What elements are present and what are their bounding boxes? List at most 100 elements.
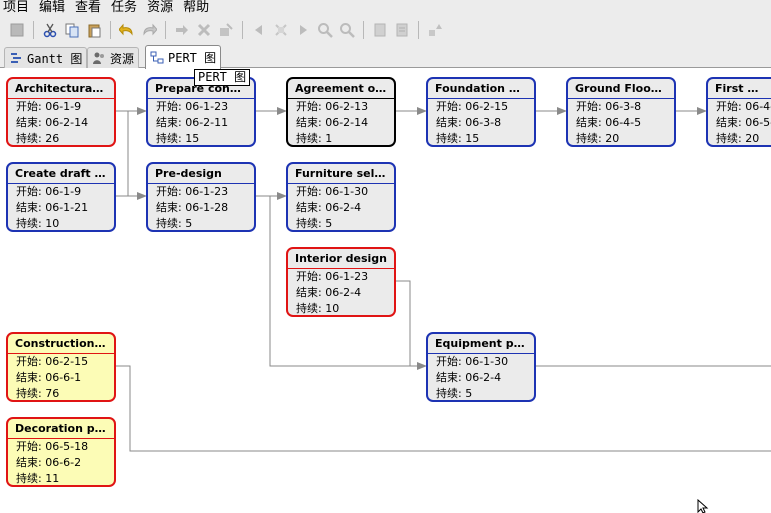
toolbar-separator: [418, 21, 419, 39]
next-icon[interactable]: [292, 19, 314, 41]
task-title: Pre-design: [148, 164, 254, 184]
task-duration: 持续: 10: [296, 302, 340, 315]
task-node-furniture-selection[interactable]: Furniture select... 开始: 06-1-30 结束: 06-2…: [286, 162, 396, 232]
task-start: 开始: 06-1-30: [296, 185, 369, 198]
delete-icon[interactable]: [193, 19, 215, 41]
task-duration: 持续: 15: [436, 132, 480, 145]
tab-resources[interactable]: 资源: [87, 47, 140, 68]
task-title: Construction p...: [8, 334, 114, 354]
task-duration: 持续: 15: [156, 132, 200, 145]
task-duration: 持续: 10: [16, 217, 60, 230]
copy-icon[interactable]: [61, 19, 83, 41]
resources-icon: [92, 51, 106, 65]
pert-chart-canvas: Architectural de... 开始: 06-1-9 结束: 06-2-…: [0, 69, 771, 512]
task-node-pre-design[interactable]: Pre-design 开始: 06-1-23 结束: 06-1-28 持续: 5: [146, 162, 256, 232]
task-duration: 持续: 5: [436, 387, 473, 400]
link-icon[interactable]: [215, 19, 237, 41]
task-start: 开始: 06-1-9: [16, 100, 82, 113]
task-start: 开始: 06-1-23: [296, 270, 369, 283]
task-duration: 持续: 26: [16, 132, 60, 145]
toolbar-separator: [33, 21, 34, 39]
prev-icon[interactable]: [248, 19, 270, 41]
menu-view[interactable]: 查看: [72, 0, 108, 16]
task-title: First Floor: [708, 79, 771, 99]
task-node-first-floor[interactable]: First Floor 开始: 06-4-5 结束: 06-5-3 持续: 20: [706, 77, 771, 147]
tab-tooltip: PERT 图: [194, 69, 251, 86]
task-end: 结束: 06-2-11: [156, 116, 229, 129]
toolbar-separator: [110, 21, 111, 39]
task-title: Agreement on a...: [288, 79, 394, 99]
zoom-in-icon[interactable]: [314, 19, 336, 41]
tab-gantt-label: Gantt 图: [27, 51, 83, 66]
task-title: Equipment plan...: [428, 334, 534, 354]
task-node-foundation[interactable]: Foundation buil... 开始: 06-2-15 结束: 06-3-…: [426, 77, 536, 147]
pert-icon: [150, 51, 164, 65]
task-duration: 持续: 20: [716, 132, 760, 145]
task-node-equipment-planning[interactable]: Equipment plan... 开始: 06-1-30 结束: 06-2-4…: [426, 332, 536, 402]
task-duration: 持续: 20: [576, 132, 620, 145]
task-title: Create draft of a...: [8, 164, 114, 184]
view-tabs: Gantt 图 资源 PERT 图: [0, 44, 771, 69]
menu-project[interactable]: 项目: [0, 0, 36, 16]
save-icon[interactable]: [6, 19, 28, 41]
menu-resources[interactable]: 资源: [144, 0, 180, 16]
menu-help[interactable]: 帮助: [180, 0, 216, 16]
task-node-prepare-construction[interactable]: Prepare constru... 开始: 06-1-23 结束: 06-2-…: [146, 77, 256, 147]
task-node-agreement[interactable]: Agreement on a... 开始: 06-2-13 结束: 06-2-1…: [286, 77, 396, 147]
task-node-ground-floor[interactable]: Ground Floor bu... 开始: 06-3-8 结束: 06-4-5…: [566, 77, 676, 147]
gantt-icon: [9, 51, 23, 65]
unlink-icon[interactable]: [270, 19, 292, 41]
task-title: Foundation buil...: [428, 79, 534, 99]
task-node-architectural-design[interactable]: Architectural de... 开始: 06-1-9 结束: 06-2-…: [6, 77, 116, 147]
cut-icon[interactable]: [39, 19, 61, 41]
task-end: 结束: 06-1-28: [156, 201, 229, 214]
menu-bar: 项目 编辑 查看 任务 资源 帮助: [0, 0, 771, 16]
toolbar-separator: [165, 21, 166, 39]
task-title: Interior design: [288, 249, 394, 269]
task-end: 结束: 06-2-4: [296, 201, 362, 214]
task-start: 开始: 06-3-8: [576, 100, 642, 113]
paste-icon[interactable]: [83, 19, 105, 41]
tab-resources-label: 资源: [110, 51, 135, 66]
toolbar-separator: [363, 21, 364, 39]
menu-tasks[interactable]: 任务: [108, 0, 144, 16]
task-start: 开始: 06-1-30: [436, 355, 509, 368]
task-node-construction-phase[interactable]: Construction p... 开始: 06-2-15 结束: 06-6-1…: [6, 332, 116, 402]
task-start: 开始: 06-1-23: [156, 185, 229, 198]
toolbar: [0, 16, 771, 44]
indent-icon[interactable]: [171, 19, 193, 41]
redo-icon[interactable]: [138, 19, 160, 41]
tab-pert[interactable]: PERT 图: [145, 45, 222, 69]
task-start: 开始: 06-5-18: [16, 440, 89, 453]
zoom-out-icon[interactable]: [336, 19, 358, 41]
task-node-decoration-phase[interactable]: Decoration phase 开始: 06-5-18 结束: 06-6-2 …: [6, 417, 116, 487]
task-end: 结束: 06-6-2: [16, 456, 82, 469]
task-title: Furniture select...: [288, 164, 394, 184]
undo-icon[interactable]: [116, 19, 138, 41]
task-title: Architectural de...: [8, 79, 114, 99]
properties-icon[interactable]: [369, 19, 391, 41]
critical-path-icon[interactable]: [424, 19, 446, 41]
menu-edit[interactable]: 编辑: [36, 0, 72, 16]
task-start: 开始: 06-1-23: [156, 100, 229, 113]
task-start: 开始: 06-4-5: [716, 100, 771, 113]
tab-gantt[interactable]: Gantt 图: [4, 47, 88, 68]
task-start: 开始: 06-2-13: [296, 100, 369, 113]
task-node-interior-design[interactable]: Interior design 开始: 06-1-23 结束: 06-2-4 持…: [286, 247, 396, 317]
task-duration: 持续: 5: [156, 217, 193, 230]
task-end: 结束: 06-2-14: [16, 116, 89, 129]
notes-icon[interactable]: [391, 19, 413, 41]
task-end: 结束: 06-2-14: [296, 116, 369, 129]
tab-pert-label: PERT 图: [168, 51, 217, 65]
task-start: 开始: 06-2-15: [16, 355, 89, 368]
mouse-cursor-icon: [697, 499, 709, 513]
task-start: 开始: 06-2-15: [436, 100, 509, 113]
task-duration: 持续: 11: [16, 472, 60, 485]
task-node-create-draft[interactable]: Create draft of a... 开始: 06-1-9 结束: 06-1…: [6, 162, 116, 232]
task-start: 开始: 06-1-9: [16, 185, 82, 198]
task-end: 结束: 06-3-8: [436, 116, 502, 129]
task-end: 结束: 06-2-4: [296, 286, 362, 299]
toolbar-separator: [242, 21, 243, 39]
task-title: Decoration phase: [8, 419, 114, 439]
task-end: 结束: 06-2-4: [436, 371, 502, 384]
